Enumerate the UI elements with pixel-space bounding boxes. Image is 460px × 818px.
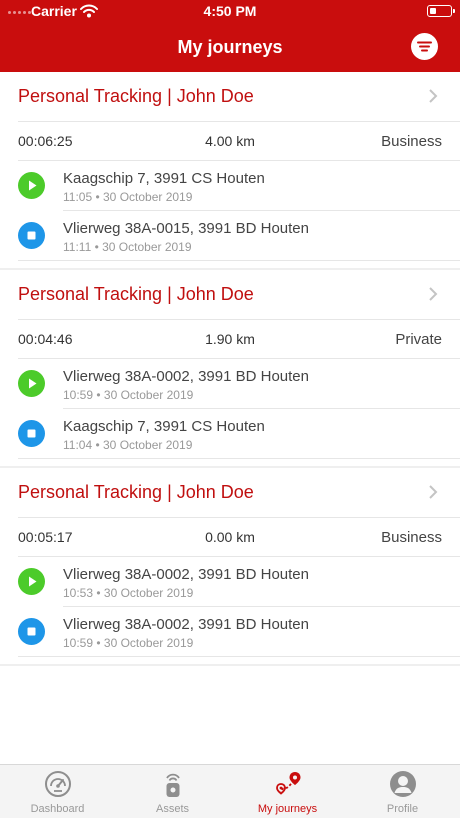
start-timestamp: 10:53 • 30 October 2019: [63, 586, 194, 600]
battery-icon: [427, 5, 455, 17]
end-address: Vlierweg 38A-0002, 3991 BD Houten: [63, 616, 309, 633]
tab-label: Profile: [386, 803, 419, 815]
journey-card[interactable]: Personal Tracking | John Doe 00:05:17 0.…: [0, 468, 460, 666]
journey-distance: 0.00 km: [205, 529, 255, 545]
chevron-right-icon: [429, 287, 438, 301]
tab-label: Assets: [155, 803, 189, 815]
end-location: Vlierweg 38A-0002, 3991 BD Houten 10:59 …: [18, 607, 460, 656]
app-screen: Carrier 4:50 PM My journeys Personal Tra…: [0, 0, 460, 818]
chevron-right-icon: [429, 485, 438, 499]
status-time: 4:50 PM: [203, 3, 257, 19]
start-address: Vlierweg 38A-0002, 3991 BD Houten: [63, 368, 309, 385]
header: Carrier 4:50 PM My journeys: [0, 0, 460, 72]
tab-label: Dashboard: [30, 803, 85, 815]
journey-purpose: Business: [381, 529, 442, 546]
start-location: Kaagschip 7, 3991 CS Houten 11:05 • 30 O…: [18, 161, 460, 210]
speedometer-icon: [45, 771, 71, 797]
divider: [18, 458, 460, 459]
user-icon: [390, 771, 416, 797]
end-timestamp: 11:11 • 30 October 2019: [63, 240, 192, 254]
start-timestamp: 11:05 • 30 October 2019: [63, 190, 193, 204]
tracker-icon: [166, 773, 180, 797]
journey-list: Personal Tracking | John Doe 00:06:25 4.…: [0, 72, 460, 666]
divider: [18, 517, 460, 518]
start-location: Vlierweg 38A-0002, 3991 BD Houten 10:59 …: [18, 359, 460, 408]
stop-icon: [18, 420, 45, 447]
end-location: Vlierweg 38A-0015, 3991 BD Houten 11:11 …: [18, 211, 460, 260]
journey-summary: 00:04:46 1.90 km Private: [18, 331, 442, 349]
route-icon: [276, 772, 301, 795]
end-location: Kaagschip 7, 3991 CS Houten 11:04 • 30 O…: [18, 409, 460, 458]
tab-assets[interactable]: Assets: [115, 765, 230, 818]
status-bar: Carrier 4:50 PM: [0, 0, 460, 24]
stop-icon: [18, 222, 45, 249]
tab-profile[interactable]: Profile: [345, 765, 460, 818]
stop-icon: [18, 618, 45, 645]
divider: [18, 656, 460, 657]
end-address: Kaagschip 7, 3991 CS Houten: [63, 418, 265, 435]
journey-distance: 4.00 km: [205, 133, 255, 149]
divider: [18, 319, 460, 320]
section-separator: [0, 664, 460, 666]
journey-card[interactable]: Personal Tracking | John Doe 00:06:25 4.…: [0, 72, 460, 270]
end-address: Vlierweg 38A-0015, 3991 BD Houten: [63, 220, 309, 237]
tab-label: My journeys: [257, 803, 318, 815]
end-timestamp: 11:04 • 30 October 2019: [63, 438, 193, 452]
divider: [18, 121, 460, 122]
journey-summary: 00:06:25 4.00 km Business: [18, 133, 442, 151]
chevron-right-icon: [429, 89, 438, 103]
play-icon: [18, 172, 45, 199]
end-timestamp: 10:59 • 30 October 2019: [63, 636, 194, 650]
tab-my-journeys[interactable]: My journeys: [230, 765, 345, 818]
tab-dashboard[interactable]: Dashboard: [0, 765, 115, 818]
start-location: Vlierweg 38A-0002, 3991 BD Houten 10:53 …: [18, 557, 460, 606]
journey-purpose: Business: [381, 133, 442, 150]
journey-distance: 1.90 km: [205, 331, 255, 347]
start-timestamp: 10:59 • 30 October 2019: [63, 388, 194, 402]
journey-summary: 00:05:17 0.00 km Business: [18, 529, 442, 547]
journey-purpose: Private: [395, 331, 442, 348]
divider: [18, 260, 460, 261]
journey-title: Personal Tracking | John Doe: [18, 482, 254, 502]
play-icon: [18, 370, 45, 397]
journey-title: Personal Tracking | John Doe: [18, 86, 254, 106]
page-title: My journeys: [177, 37, 283, 57]
play-icon: [18, 568, 45, 595]
start-address: Vlierweg 38A-0002, 3991 BD Houten: [63, 566, 309, 583]
journey-title: Personal Tracking | John Doe: [18, 284, 254, 304]
filter-icon: [417, 41, 432, 52]
journey-card[interactable]: Personal Tracking | John Doe 00:04:46 1.…: [0, 270, 460, 468]
filter-button[interactable]: [411, 33, 438, 60]
tab-bar: Dashboard Assets My journeys Profile: [0, 764, 460, 818]
start-address: Kaagschip 7, 3991 CS Houten: [63, 170, 265, 187]
